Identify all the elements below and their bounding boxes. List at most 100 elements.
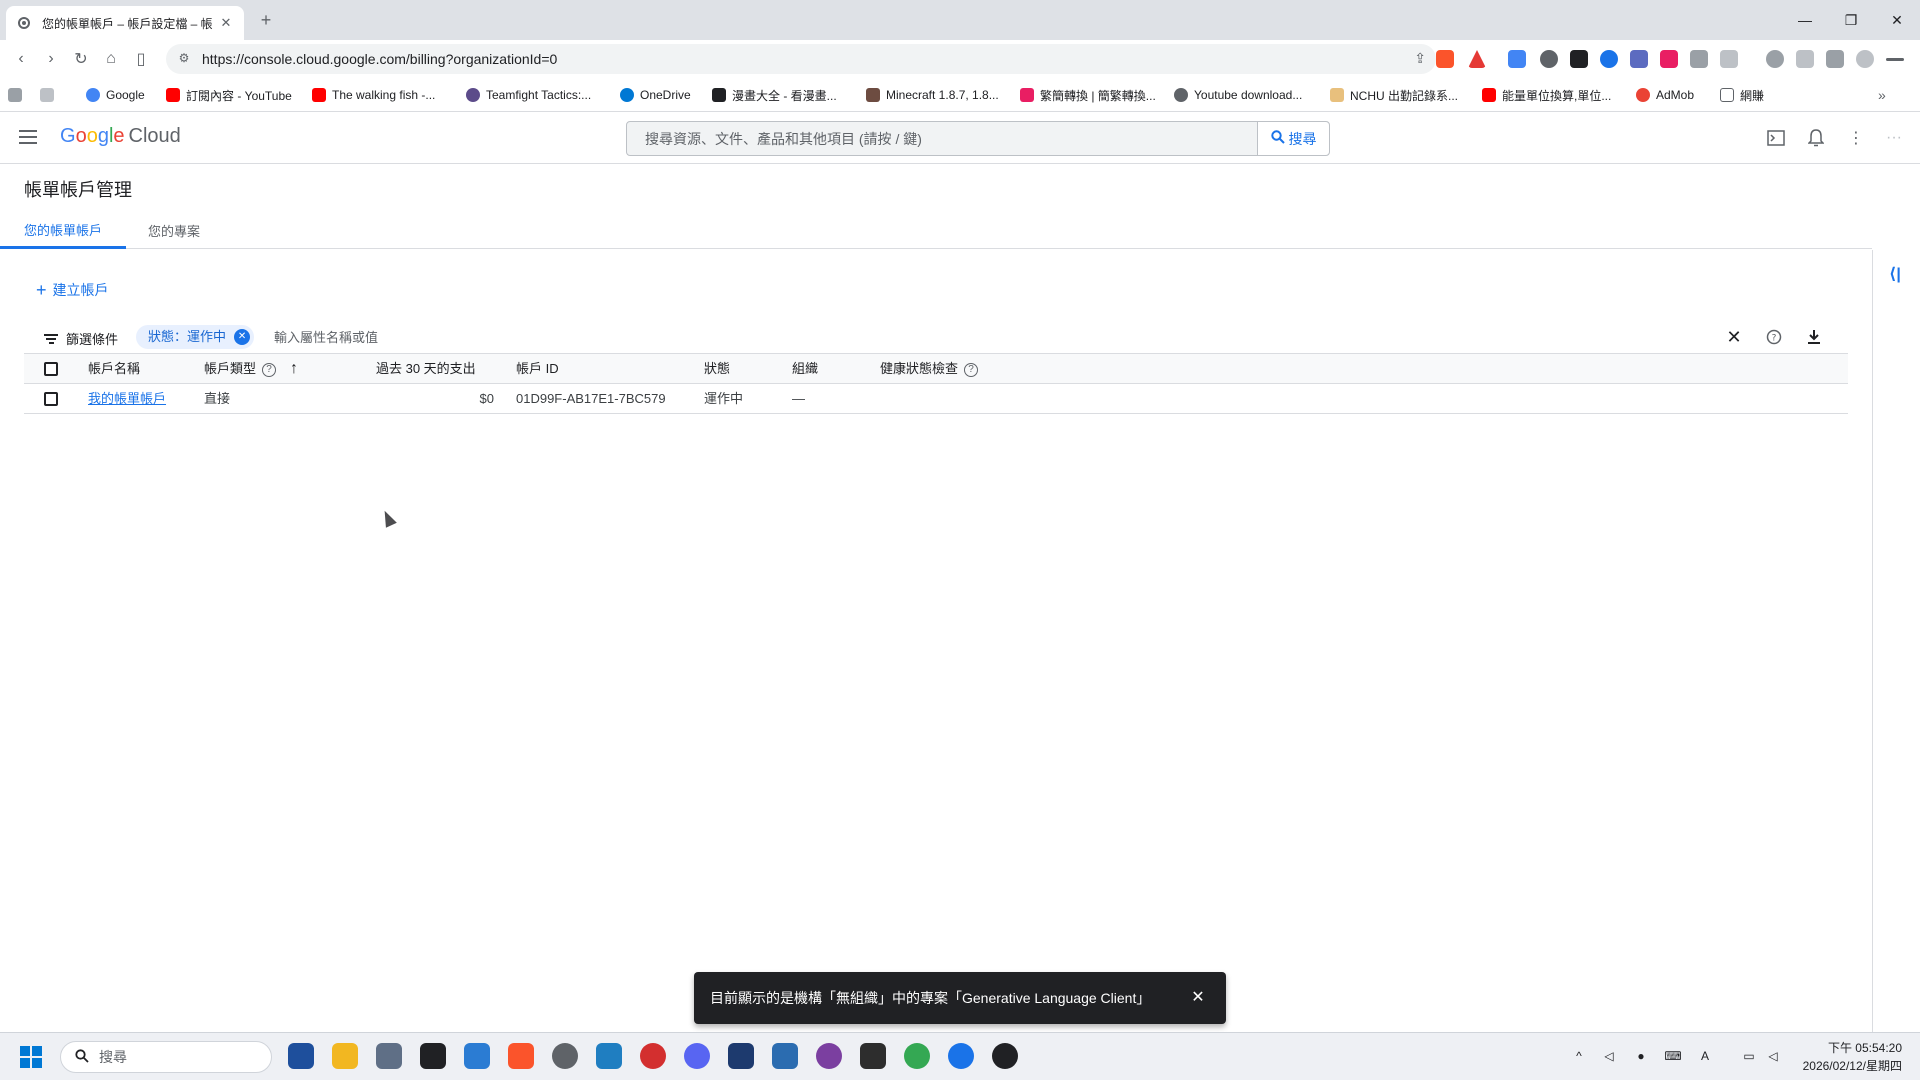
translate-extension-icon[interactable]	[1508, 50, 1526, 68]
account-name-link[interactable]: 我的帳單帳戶	[88, 384, 166, 414]
clear-filter-icon[interactable]: ✕	[1724, 327, 1744, 347]
word-app-icon[interactable]	[464, 1043, 490, 1069]
chevron-up-icon[interactable]: ^	[1570, 1047, 1588, 1065]
col-organization[interactable]: 組織	[792, 354, 818, 384]
tab-projects[interactable]: 您的專案	[126, 212, 222, 249]
row-checkbox[interactable]	[44, 392, 58, 406]
language-icon[interactable]: A	[1696, 1047, 1714, 1065]
snackbar-close-icon[interactable]: ✕	[1186, 986, 1210, 1010]
bookmark-convert[interactable]: 繁簡轉換 | 簡繁轉換...	[1020, 86, 1156, 104]
col-account-type[interactable]: 帳戶類型? ↑	[204, 354, 298, 384]
extension-icon-4[interactable]	[1600, 50, 1618, 68]
close-icon[interactable]: ✕	[218, 15, 234, 31]
bookmark-onedrive[interactable]: OneDrive	[620, 86, 691, 104]
bookmark-folder[interactable]: 網賺	[1720, 86, 1764, 104]
search-input[interactable]	[627, 122, 1259, 155]
photos-app-icon[interactable]	[596, 1043, 622, 1069]
brave-shield-icon[interactable]	[1436, 50, 1454, 68]
terminal-icon[interactable]	[860, 1043, 886, 1069]
chrome-icon[interactable]	[904, 1043, 930, 1069]
wallet-icon[interactable]	[1826, 50, 1844, 68]
back-icon[interactable]: ‹	[10, 48, 32, 70]
filter-toggle[interactable]: 篩選條件	[44, 329, 118, 348]
url-text[interactable]: https://console.cloud.google.com/billing…	[202, 51, 557, 67]
taskbar-search[interactable]: 搜尋	[60, 1041, 272, 1073]
network-icon[interactable]: ▭	[1740, 1047, 1758, 1065]
windows-start-icon[interactable]	[20, 1046, 42, 1068]
extension-icon-6[interactable]	[1660, 50, 1678, 68]
share-icon[interactable]: ⇪	[1414, 50, 1426, 67]
bookmark-youtube-subs[interactable]: 訂閱內容 - YouTube	[166, 86, 292, 104]
google-cloud-logo[interactable]: Google Cloud	[60, 125, 181, 148]
red-app-icon[interactable]	[640, 1043, 666, 1069]
brave-browser-icon[interactable]	[508, 1043, 534, 1069]
hamburger-menu-icon[interactable]	[16, 126, 40, 150]
taskbar-clock[interactable]: 下午 05:54:20 2026/02/12/星期四	[1803, 1039, 1902, 1075]
panel-collapse-icon[interactable]: ⟨|	[1889, 264, 1901, 284]
obs-app-icon[interactable]	[992, 1043, 1018, 1069]
apps-grid-icon[interactable]	[40, 86, 54, 104]
cloud-shell-icon[interactable]	[1764, 126, 1788, 150]
bookmark-manga[interactable]: 漫畫大全 - 看漫畫...	[712, 86, 837, 104]
extension-icon-3[interactable]	[1570, 50, 1588, 68]
status-filter-chip[interactable]: 狀態：運作中 ✕	[136, 325, 255, 349]
help-icon[interactable]: ?	[964, 362, 979, 377]
bookmark-minecraft[interactable]: Minecraft 1.8.7, 1.8...	[866, 86, 999, 104]
store-app-icon[interactable]	[288, 1043, 314, 1069]
tab-billing-accounts[interactable]: 您的帳單帳戶	[0, 212, 126, 249]
puzzle-icon[interactable]	[1690, 50, 1708, 68]
bookmark-google[interactable]: Google	[86, 86, 145, 104]
leo-ai-icon[interactable]	[1856, 50, 1874, 68]
minimize-button[interactable]: —	[1782, 0, 1828, 40]
arc-app-icon[interactable]	[728, 1043, 754, 1069]
menu-icon[interactable]	[1886, 58, 1904, 61]
bookmark-nchu[interactable]: NCHU 出勤記錄系...	[1330, 86, 1458, 104]
chip-remove-icon[interactable]: ✕	[234, 329, 251, 345]
bookmark-walking-fish[interactable]: The walking fish -...	[312, 86, 435, 104]
reload-icon[interactable]: ↻	[70, 48, 92, 70]
discord-icon[interactable]	[684, 1043, 710, 1069]
ublock-extension-icon[interactable]	[1540, 50, 1558, 68]
window-close-button[interactable]: ✕	[1874, 0, 1920, 40]
brave-rewards-icon[interactable]	[1468, 50, 1486, 68]
maximize-button[interactable]: ❐	[1828, 0, 1874, 40]
site-info-icon[interactable]: ⚙	[176, 51, 192, 67]
more-vert-icon[interactable]: ⋮	[1844, 126, 1868, 150]
extension-icon-8[interactable]	[1720, 50, 1738, 68]
vpn-app-icon[interactable]	[948, 1043, 974, 1069]
extension-icon-5[interactable]	[1630, 50, 1648, 68]
column-help-icon[interactable]: ?	[1764, 327, 1784, 347]
bookmark-energy[interactable]: 能量單位換算,單位...	[1482, 86, 1611, 104]
clock-app-icon[interactable]	[552, 1043, 578, 1069]
col-account-name[interactable]: 帳戶名稱	[88, 354, 140, 384]
speaker-icon[interactable]: ◁	[1764, 1047, 1782, 1065]
col-account-id[interactable]: 帳戶 ID	[516, 354, 559, 384]
film-app-icon[interactable]	[420, 1043, 446, 1069]
select-all-checkbox[interactable]	[44, 362, 58, 376]
sort-ascending-icon[interactable]: ↑	[290, 354, 298, 384]
forward-icon[interactable]: ›	[40, 48, 62, 70]
col-spend[interactable]: 過去 30 天的支出	[376, 354, 476, 384]
bookmark-admob[interactable]: AdMob	[1636, 86, 1694, 104]
purple-app-icon[interactable]	[816, 1043, 842, 1069]
create-account-button[interactable]: + 建立帳戶	[36, 280, 109, 300]
col-status[interactable]: 狀態	[704, 354, 730, 384]
browser-tab-active[interactable]: 您的帳單帳戶 – 帳戶設定檔 – 帳 ✕	[6, 6, 244, 40]
account-avatar[interactable]: ···	[1882, 126, 1906, 150]
bookmarks-overflow-icon[interactable]: »	[1878, 86, 1886, 104]
address-bar[interactable]: ⚙ https://console.cloud.google.com/billi…	[166, 44, 1436, 74]
notifications-bell-icon[interactable]	[1804, 126, 1828, 150]
file-explorer-icon[interactable]	[332, 1043, 358, 1069]
notes-app-icon[interactable]	[772, 1043, 798, 1069]
new-tab-button[interactable]: +	[256, 10, 276, 30]
bookmark-youtube-download[interactable]: Youtube download...	[1174, 86, 1302, 104]
sidebar-icon[interactable]	[1796, 50, 1814, 68]
bookmark-teamfight[interactable]: Teamfight Tactics:...	[466, 86, 591, 104]
home-icon[interactable]: ⌂	[100, 48, 122, 70]
microphone-icon[interactable]: ●	[1632, 1047, 1650, 1065]
filter-input[interactable]	[274, 326, 874, 348]
download-icon[interactable]	[1804, 327, 1824, 347]
col-health-check[interactable]: 健康狀態檢查?	[880, 354, 979, 384]
search-button[interactable]: 搜尋	[1257, 122, 1329, 155]
help-icon[interactable]: ?	[262, 362, 277, 377]
